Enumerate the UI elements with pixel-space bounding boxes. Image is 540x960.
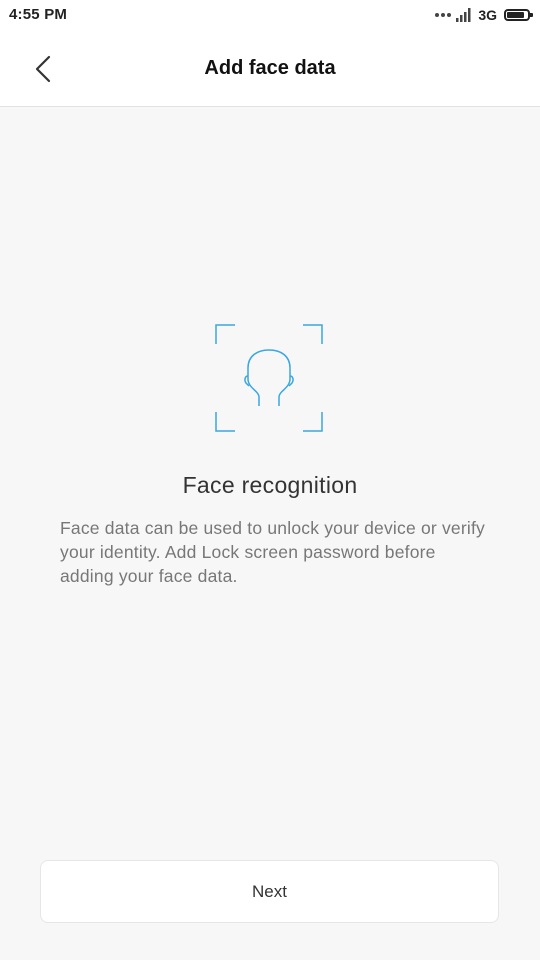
status-indicators: 3G <box>434 6 533 24</box>
face-scan-icon <box>215 324 323 432</box>
status-bar: 4:55 PM 3G <box>0 0 540 32</box>
screen: 4:55 PM 3G Add face data Face recognitio… <box>0 0 540 960</box>
battery-icon <box>504 9 533 21</box>
battery-tip <box>530 13 533 17</box>
status-time: 4:55 PM <box>9 6 68 23</box>
page-title: Add face data <box>204 57 336 79</box>
more-dots-icon <box>434 13 452 17</box>
next-button[interactable]: Next <box>40 860 499 923</box>
header: Add face data <box>0 32 540 107</box>
signal-icon <box>456 8 471 22</box>
face-recognition-title: Face recognition <box>182 472 358 498</box>
battery-fill <box>507 12 524 18</box>
face-recognition-description: Face data can be used to unlock your dev… <box>60 518 485 586</box>
network-type: 3G <box>478 7 497 23</box>
